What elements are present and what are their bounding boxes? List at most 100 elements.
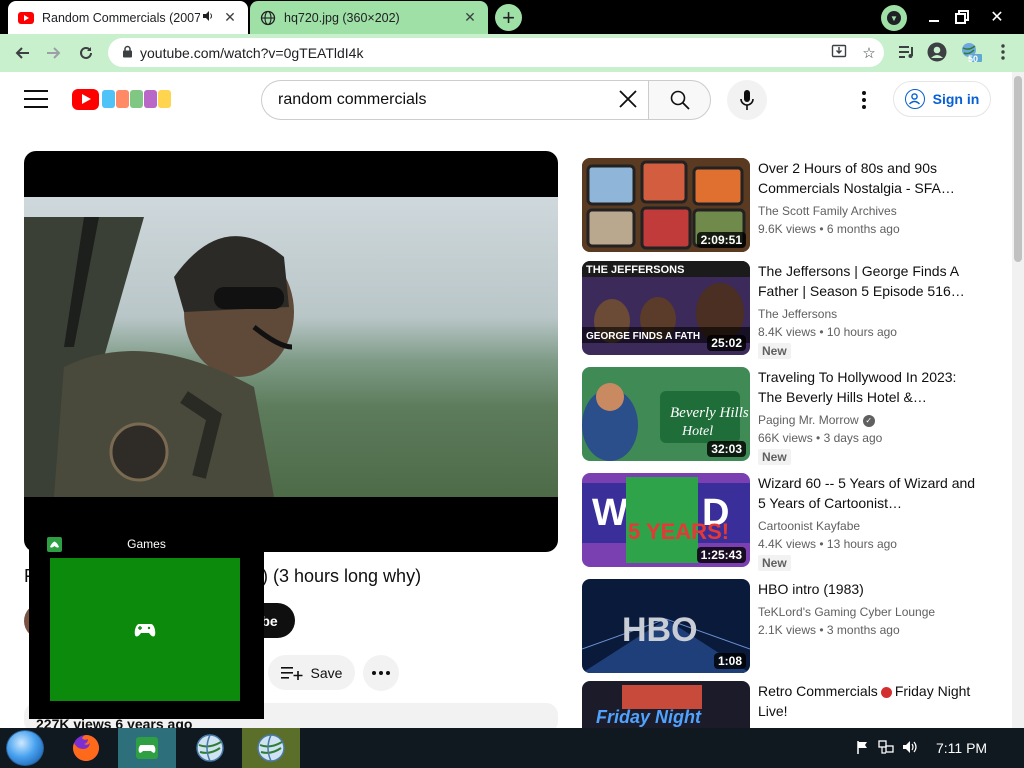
volume-icon[interactable] [902,740,918,757]
firefox-icon[interactable] [66,728,106,768]
globe-icon [260,10,276,26]
video-thumbnail[interactable]: Beverly Hills Hotel 32:03 [582,367,750,461]
video-title[interactable]: Wizard 60 -- 5 Years of Wizard and 5 Yea… [758,473,978,513]
video-title[interactable]: Over 2 Hours of 80s and 90s Commercials … [758,158,978,198]
related-video-item[interactable]: Beverly Hills Hotel 32:03 Traveling To Ho… [582,367,982,465]
media-queue-icon[interactable] [892,37,922,67]
browser-menu-icon[interactable] [988,37,1018,67]
scrollbar-thumb[interactable] [1014,76,1022,262]
youtube-logo[interactable] [72,88,172,110]
video-thumbnail[interactable]: THE JEFFERSONS GEORGE FINDS A FATH 25:02 [582,261,750,355]
save-button[interactable]: Save [268,655,355,690]
channel-name[interactable]: The Jeffersons [758,307,837,321]
address-bar[interactable]: youtube.com/watch?v=0gTEATldI4k ☆ [108,38,884,67]
reload-icon[interactable] [70,37,102,69]
games-tile[interactable] [50,558,240,701]
video-still-pilot [24,217,294,497]
account-circle-icon [904,89,925,109]
system-tray: 7:11 PM [856,728,987,768]
menu-hamburger-icon[interactable] [24,90,48,108]
channel-name[interactable]: TeKLord's Gaming Cyber Lounge [758,605,935,619]
video-duration: 2:09:51 [696,232,746,248]
more-actions-button[interactable] [363,655,399,691]
svg-text:Hotel: Hotel [681,424,713,439]
tab-hq720-jpg[interactable]: hq720.jpg (360×202) ✕ [250,1,488,34]
sign-in-label: Sign in [932,91,980,107]
voice-search-button[interactable] [727,80,767,120]
settings-more-icon[interactable] [852,88,876,112]
new-badge: New [758,343,791,359]
video-meta: 66K views • 3 days ago [758,431,883,445]
new-badge: New [758,555,791,571]
tab-search-button[interactable]: ▼ [881,5,907,31]
channel-name[interactable]: Cartoonist Kayfabe [758,519,860,533]
games-overlay-title: Games [127,537,166,551]
games-overlay-window[interactable]: Games [29,520,264,719]
video-thumbnail[interactable]: WD5 YEARS! 1:25:43 [582,473,750,567]
related-video-item[interactable]: 2:09:51 Over 2 Hours of 80s and 90s Comm… [582,158,982,254]
related-video-item[interactable]: WD5 YEARS! 1:25:43 Wizard 60 -- 5 Years … [582,473,982,571]
video-title[interactable]: Traveling To Hollywood In 2023: The Beve… [758,367,978,407]
xbox-game-bar-task[interactable] [118,728,176,768]
channel-name[interactable]: Paging Mr. Morrow ✓ [758,413,875,427]
gamepad-icon [136,737,158,759]
video-thumbnail[interactable]: Friday Night [582,681,750,728]
back-arrow-icon[interactable] [6,37,38,69]
browser-globe-icon-active[interactable] [242,728,300,768]
close-window-icon[interactable]: ✕ [980,0,1014,34]
related-video-item[interactable]: Friday Night Retro Commercials Friday Nig… [582,681,982,728]
close-tab-icon[interactable]: ✕ [460,9,480,26]
page-scrollbar[interactable] [1012,72,1024,728]
video-frame [24,197,558,497]
related-video-item[interactable]: THE JEFFERSONS GEORGE FINDS A FATH 25:02 … [582,261,982,359]
video-thumbnail[interactable]: HBO 1:08 [582,579,750,673]
tab-title: Random Commercials (2007 [42,10,200,25]
svg-text:Friday Night: Friday Night [596,707,702,727]
flag-icon[interactable] [856,740,870,757]
video-meta: 2.1K views • 3 months ago [758,623,900,637]
bookmark-star-icon[interactable]: ☆ [854,44,884,62]
forward-arrow-icon[interactable] [38,37,70,69]
svg-text:GEORGE FINDS A FATH: GEORGE FINDS A FATH [586,331,700,342]
close-tab-icon[interactable]: ✕ [220,9,240,26]
search-input[interactable]: random commercials [261,80,648,120]
new-tab-button[interactable]: + [495,4,522,31]
verified-icon: ✓ [862,414,875,427]
start-button[interactable] [6,730,44,766]
video-meta: 8.4K views • 10 hours ago [758,325,897,339]
video-meta: 4.4K views • 13 hours ago [758,537,897,551]
video-title[interactable]: HBO intro (1983) [758,579,978,599]
related-video-item[interactable]: HBO 1:08 HBO intro (1983) TeKLord's Gami… [582,579,982,675]
tab-random-commercials[interactable]: Random Commercials (2007 ✕ [8,1,248,34]
extension-icon[interactable]: 50 [956,37,986,67]
extension-badge: 50 [968,54,979,64]
lock-icon[interactable] [114,45,140,61]
youtube-doodle [102,90,172,108]
video-title-end: ) (3 hours long why) [262,566,422,586]
install-app-icon[interactable] [824,43,854,63]
clear-search-icon[interactable] [608,85,648,116]
save-label: Save [310,664,343,681]
youtube-play-icon [72,88,99,110]
sign-in-button[interactable]: Sign in [893,81,991,117]
video-player[interactable] [24,151,558,552]
video-title[interactable]: The Jeffersons | George Finds A Father |… [758,261,978,301]
video-duration: 1:08 [713,653,746,669]
search-button[interactable] [648,80,711,120]
taskbar-clock[interactable]: 7:11 PM [936,740,987,756]
video-thumbnail[interactable]: 2:09:51 [582,158,750,252]
video-title[interactable]: Retro Commercials Friday Night Live! [758,681,978,721]
network-icon[interactable] [878,739,894,757]
channel-name[interactable]: The Scott Family Archives [758,204,897,218]
maximize-icon[interactable] [945,0,979,34]
tab-title: hq720.jpg (360×202) [284,10,400,25]
browser-globe-icon[interactable] [182,728,238,768]
red-circle-icon [880,686,892,698]
svg-text:HBO: HBO [622,611,698,649]
video-duration: 1:25:43 [696,547,746,563]
speaker-icon[interactable] [200,10,216,25]
search-query-text: random commercials [278,91,427,108]
profile-avatar-icon[interactable] [922,37,952,67]
svg-text:W: W [592,492,628,534]
video-meta: 9.6K views • 6 months ago [758,222,900,236]
